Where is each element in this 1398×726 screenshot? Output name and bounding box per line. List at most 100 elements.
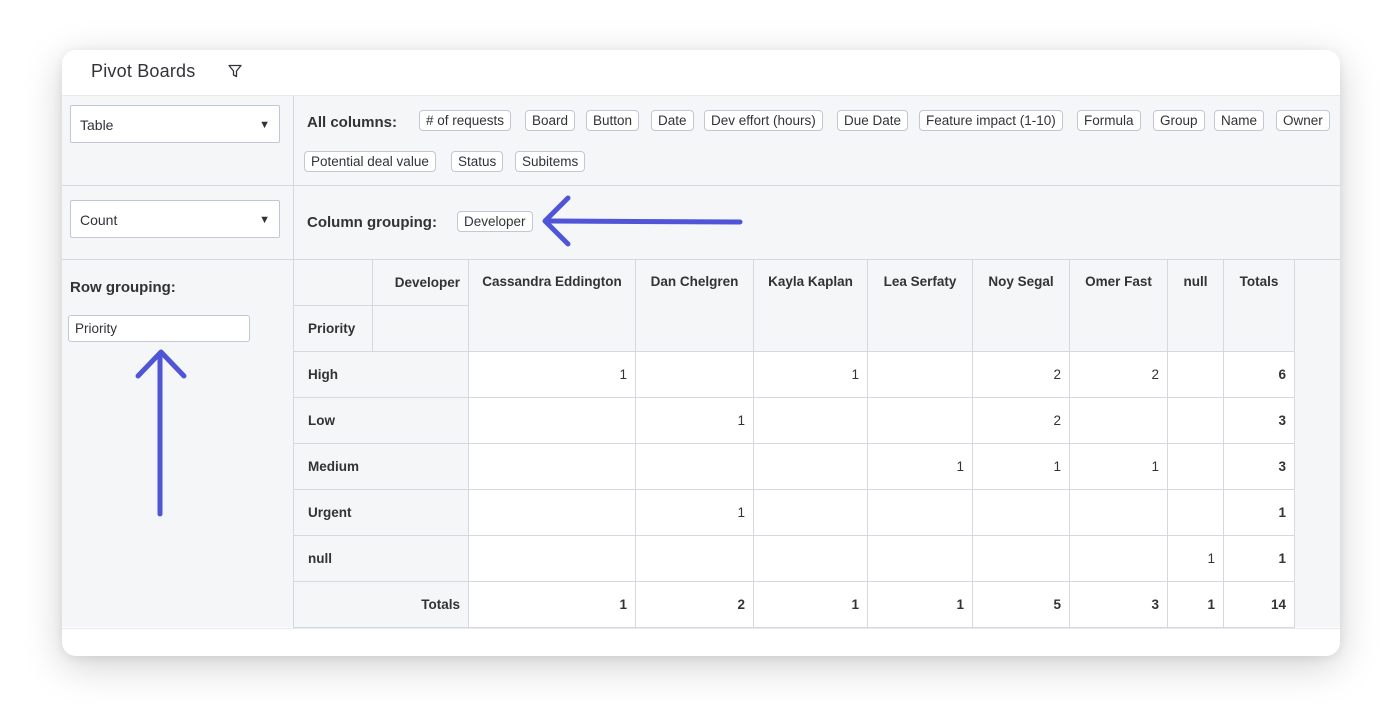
totals-col-header: Totals [1223, 259, 1295, 352]
value-cell [1069, 397, 1168, 444]
col-total-cell: 1 [867, 581, 973, 628]
col-header: Kayla Kaplan [753, 259, 868, 352]
value-cell [867, 535, 973, 582]
all-columns-area: All columns: # of requests Board Button Dat… [294, 96, 1340, 185]
table-row: Urgent 1 1 [293, 489, 1295, 536]
row-grouping-panel: Row grouping: Priority [62, 260, 294, 627]
table-row: High 1 1 2 2 6 [293, 351, 1295, 398]
value-cell [468, 535, 636, 582]
col-total-cell: 5 [972, 581, 1070, 628]
value-cell: 2 [972, 397, 1070, 444]
value-cell [753, 397, 868, 444]
aggregator-panel: Count ▼ [62, 186, 294, 260]
row-grouping-label: Row grouping: [70, 279, 176, 296]
value-cell [1167, 351, 1224, 398]
totals-row-label: Totals [293, 581, 469, 628]
col-total-cell: 2 [635, 581, 754, 628]
value-cell: 1 [867, 443, 973, 490]
col-header: null [1167, 259, 1224, 352]
value-cell [1167, 489, 1224, 536]
column-chip[interactable]: Name [1214, 110, 1265, 131]
value-cell [468, 489, 636, 536]
col-total-cell: 1 [753, 581, 868, 628]
col-header: Noy Segal [972, 259, 1070, 352]
renderer-select-value: Table [80, 117, 114, 133]
all-columns-panel: All columns: # of requests Board Button Dat… [294, 96, 1340, 186]
value-cell [1167, 397, 1224, 444]
value-cell: 1 [1069, 443, 1168, 490]
column-chip[interactable]: Board [525, 110, 576, 131]
column-chip[interactable]: Owner [1276, 110, 1330, 131]
col-attr-label: Developer [372, 259, 469, 306]
value-cell [1069, 535, 1168, 582]
row-total-cell: 3 [1223, 397, 1295, 444]
value-cell: 2 [1069, 351, 1168, 398]
totals-row: Totals 1 2 1 1 5 3 1 14 [293, 581, 1295, 628]
column-chip[interactable]: Subitems [515, 151, 586, 172]
pivot-table: Developer Cassandra Eddington Dan Chelgr… [293, 259, 1295, 628]
column-chip[interactable]: Group [1153, 110, 1205, 131]
column-chip[interactable]: # of requests [419, 110, 512, 131]
value-cell: 1 [1167, 535, 1224, 582]
column-grouping-chip[interactable]: Developer [457, 211, 533, 232]
pivot-card: Pivot Boards Table ▼ All columns: # of r… [62, 50, 1340, 656]
row-attr-empty-cell [372, 305, 469, 352]
renderer-select[interactable]: Table ▼ [70, 105, 280, 143]
value-cell: 2 [972, 351, 1070, 398]
column-chip[interactable]: Date [651, 110, 694, 131]
col-header: Lea Serfaty [867, 259, 973, 352]
aggregator-select-value: Count [80, 212, 118, 228]
value-cell: 1 [753, 351, 868, 398]
row-attr-label: Priority [293, 305, 373, 352]
value-cell: 1 [468, 351, 636, 398]
row-label: Urgent [293, 489, 469, 536]
row-total-cell: 1 [1223, 489, 1295, 536]
row-grouping-chip[interactable]: Priority [68, 315, 250, 342]
value-cell [867, 351, 973, 398]
page-title: Pivot Boards [91, 61, 196, 81]
column-chip[interactable]: Dev effort (hours) [704, 110, 823, 131]
pivot-body: High 1 1 2 2 6 Low 1 2 3 Medium 1 1 1 3 Urgent 1 1 null 1 1 T… [293, 351, 1295, 628]
column-chip[interactable]: Feature impact (1-10) [919, 110, 1063, 131]
value-cell [753, 443, 868, 490]
row-total-cell: 6 [1223, 351, 1295, 398]
value-cell [972, 535, 1070, 582]
value-cell [635, 351, 754, 398]
value-cell: 1 [972, 443, 1070, 490]
value-cell: 1 [635, 489, 754, 536]
column-chip[interactable]: Status [451, 151, 504, 172]
col-header: Omer Fast [1069, 259, 1168, 352]
value-cell [1167, 443, 1224, 490]
table-row: Low 1 2 3 [293, 397, 1295, 444]
value-cell [867, 489, 973, 536]
col-header: Dan Chelgren [635, 259, 754, 352]
header-row: Developer Cassandra Eddington Dan Chelgr… [293, 259, 1295, 352]
column-grouping-label: Column grouping: [307, 214, 437, 231]
row-label: null [293, 535, 469, 582]
column-chip[interactable]: Due Date [837, 110, 909, 131]
chevron-down-icon: ▼ [259, 214, 270, 226]
column-chip[interactable]: Potential deal value [304, 151, 436, 172]
footer-strip [62, 628, 1340, 656]
row-total-cell: 3 [1223, 443, 1295, 490]
corner-cell [293, 259, 373, 306]
value-cell [635, 535, 754, 582]
col-total-cell: 3 [1069, 581, 1168, 628]
value-cell [753, 535, 868, 582]
col-total-cell: 1 [1167, 581, 1224, 628]
filter-icon[interactable] [227, 63, 243, 79]
aggregator-select[interactable]: Count ▼ [70, 200, 280, 238]
column-chip[interactable]: Formula [1077, 110, 1141, 131]
col-total-cell: 1 [468, 581, 636, 628]
value-cell [1069, 489, 1168, 536]
row-label: High [293, 351, 469, 398]
value-cell [468, 443, 636, 490]
value-cell [635, 443, 754, 490]
column-chip[interactable]: Button [586, 110, 640, 131]
value-cell: 1 [635, 397, 754, 444]
value-cell [972, 489, 1070, 536]
value-cell [753, 489, 868, 536]
value-cell [867, 397, 973, 444]
chevron-down-icon: ▼ [259, 119, 270, 131]
value-cell [468, 397, 636, 444]
